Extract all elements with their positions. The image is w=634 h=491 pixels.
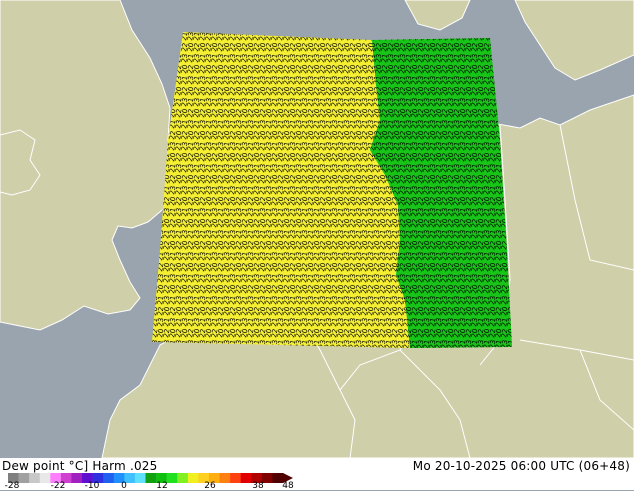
color-scale-swatch (230, 473, 241, 483)
color-scale-swatch (166, 473, 178, 483)
map-title: Dew point °C] Harm .025 (2, 459, 158, 473)
color-scale-swatch (187, 473, 199, 483)
valid-time: Mo 20-10-2025 06:00 UTC (06+48) (412, 459, 630, 473)
color-scale-swatch (39, 473, 51, 483)
color-scale-swatch (103, 473, 115, 483)
color-scale-swatch (134, 473, 146, 483)
color-scale-swatch (18, 473, 30, 483)
color-scale-swatch (29, 473, 41, 483)
color-scale-swatch (219, 473, 231, 483)
color-scale-swatch (240, 473, 252, 483)
dew-point-map: 2021222320212223202122232021222320212223… (0, 0, 634, 458)
color-scale-swatch (145, 473, 157, 483)
color-scale-swatch (177, 473, 189, 483)
color-scale-swatch (71, 473, 83, 483)
